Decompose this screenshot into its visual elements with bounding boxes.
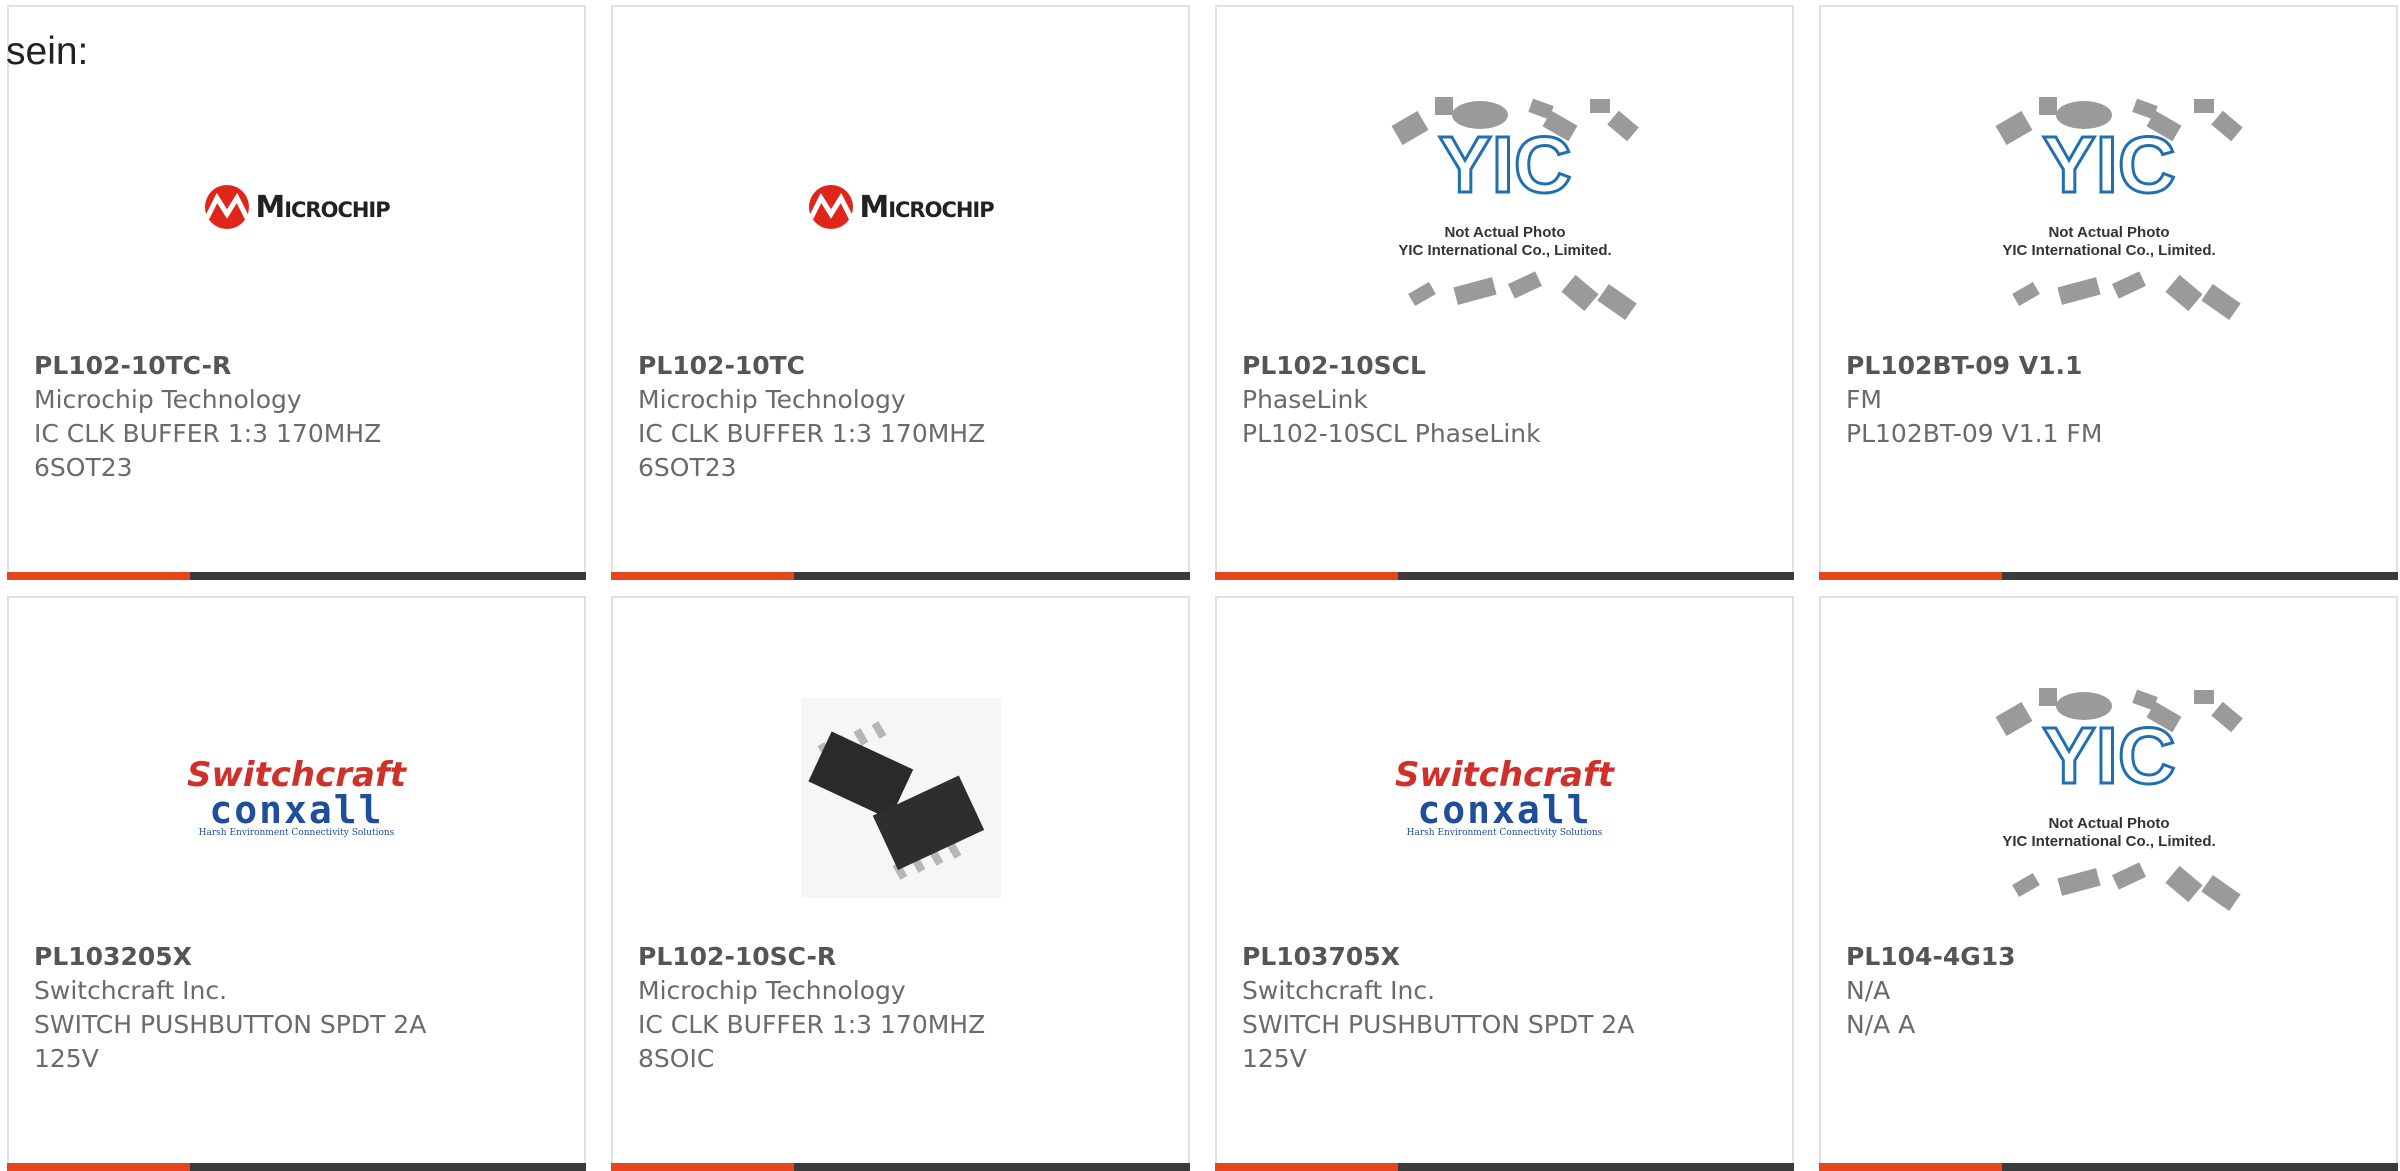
conxall-wordmark: conxall bbox=[1417, 788, 1592, 832]
part-number[interactable]: PL102-10SC-R bbox=[638, 940, 1168, 974]
description: SWITCH PUSHBUTTON SPDT 2A 125V bbox=[34, 1010, 427, 1073]
switchcraft-tagline: Harsh Environment Connectivity Solutions bbox=[1406, 828, 1603, 838]
product-image[interactable]: Microchip bbox=[9, 67, 584, 347]
product-card[interactable]: YIC Not Actual Photo YIC International C… bbox=[1215, 5, 1794, 580]
yic-line2: YIC International Co., Limited. bbox=[1398, 242, 1611, 259]
microchip-logo: Microchip bbox=[203, 184, 391, 230]
yic-placeholder-image: YIC Not Actual Photo YIC International C… bbox=[1995, 97, 2243, 320]
card-bottom-bar bbox=[1215, 1163, 1794, 1171]
manufacturer: Microchip Technology bbox=[638, 385, 906, 414]
card-accent bbox=[611, 1163, 794, 1171]
microchip-logo: Microchip bbox=[807, 184, 995, 230]
part-number[interactable]: PL103705X bbox=[1242, 940, 1772, 974]
card-bottom-bar bbox=[7, 572, 586, 580]
switchcraft-tagline: Harsh Environment Connectivity Solutions bbox=[198, 828, 395, 838]
manufacturer: Switchcraft Inc. bbox=[34, 976, 228, 1005]
product-card[interactable]: Microchip PL102-10TC Microchip Technolog… bbox=[611, 5, 1190, 580]
card-bottom-bar bbox=[7, 1163, 586, 1171]
yic-line2: YIC International Co., Limited. bbox=[2002, 833, 2215, 850]
conxall-wordmark: conxall bbox=[209, 788, 384, 832]
product-info: PL102-10TC-R Microchip Technology IC CLK… bbox=[34, 349, 564, 485]
description: SWITCH PUSHBUTTON SPDT 2A 125V bbox=[1242, 1010, 1635, 1073]
part-number[interactable]: PL102-10TC-R bbox=[34, 349, 564, 383]
product-info: PL103705X Switchcraft Inc. SWITCH PUSHBU… bbox=[1242, 940, 1772, 1076]
product-card[interactable]: YIC Not Actual Photo YIC International C… bbox=[1819, 5, 2398, 580]
description: PL102BT-09 V1.1 FM bbox=[1846, 419, 2103, 448]
product-card[interactable]: PL102-10SC-R Microchip Technology IC CLK… bbox=[611, 596, 1190, 1171]
manufacturer: FM bbox=[1846, 385, 1882, 414]
card-accent bbox=[611, 572, 794, 580]
product-card[interactable]: Switchcraft conxall Harsh Environment Co… bbox=[7, 596, 586, 1171]
card-bottom-bar bbox=[611, 572, 1190, 580]
microchip-wordmark: Microchip bbox=[255, 189, 390, 225]
product-info: PL104-4G13 N/A N/A A bbox=[1846, 940, 2376, 1042]
card-accent bbox=[7, 1163, 190, 1171]
part-number[interactable]: PL103205X bbox=[34, 940, 564, 974]
product-card[interactable]: Switchcraft conxall Harsh Environment Co… bbox=[1215, 596, 1794, 1171]
microchip-wordmark: Microchip bbox=[859, 189, 994, 225]
product-card[interactable]: YIC Not Actual Photo YIC International C… bbox=[1819, 596, 2398, 1171]
card-accent bbox=[1215, 1163, 1398, 1171]
part-number[interactable]: PL102-10SCL bbox=[1242, 349, 1772, 383]
card-bottom-bar bbox=[1215, 572, 1794, 580]
svg-text:YIC: YIC bbox=[2042, 711, 2175, 800]
card-bottom-bar bbox=[1819, 572, 2398, 580]
product-image[interactable]: YIC Not Actual Photo YIC International C… bbox=[1821, 67, 2396, 347]
product-image[interactable]: Switchcraft conxall Harsh Environment Co… bbox=[9, 658, 584, 938]
yic-line1: Not Actual Photo bbox=[2048, 224, 2169, 241]
manufacturer: PhaseLink bbox=[1242, 385, 1368, 414]
manufacturer: Microchip Technology bbox=[638, 976, 906, 1005]
svg-text:YIC: YIC bbox=[1438, 120, 1571, 209]
description: IC CLK BUFFER 1:3 170MHZ 6SOT23 bbox=[34, 419, 382, 482]
manufacturer: Microchip Technology bbox=[34, 385, 302, 414]
yic-placeholder-image: YIC Not Actual Photo YIC International C… bbox=[1995, 688, 2243, 911]
microchip-icon bbox=[205, 185, 250, 229]
product-info: PL102-10TC Microchip Technology IC CLK B… bbox=[638, 349, 1168, 485]
description: IC CLK BUFFER 1:3 170MHZ 6SOT23 bbox=[638, 419, 986, 482]
card-accent bbox=[1819, 572, 2002, 580]
switchcraft-logo: Switchcraft conxall Harsh Environment Co… bbox=[1395, 758, 1614, 838]
product-card[interactable]: Microchip PL102-10TC-R Microchip Technol… bbox=[7, 5, 586, 580]
product-grid: Microchip PL102-10TC-R Microchip Technol… bbox=[0, 0, 2400, 1171]
product-info: PL102-10SCL PhaseLink PL102-10SCL PhaseL… bbox=[1242, 349, 1772, 451]
product-image[interactable]: Microchip bbox=[613, 67, 1188, 347]
card-bottom-bar bbox=[1819, 1163, 2398, 1171]
card-accent bbox=[7, 572, 190, 580]
manufacturer: N/A bbox=[1846, 976, 1891, 1005]
card-bottom-bar bbox=[611, 1163, 1190, 1171]
product-image[interactable] bbox=[613, 658, 1188, 938]
card-accent bbox=[1215, 572, 1398, 580]
product-image[interactable]: YIC Not Actual Photo YIC International C… bbox=[1821, 658, 2396, 938]
manufacturer: Switchcraft Inc. bbox=[1242, 976, 1436, 1005]
part-number[interactable]: PL102-10TC bbox=[638, 349, 1168, 383]
product-image[interactable]: Switchcraft conxall Harsh Environment Co… bbox=[1217, 658, 1792, 938]
yic-placeholder-image: YIC Not Actual Photo YIC International C… bbox=[1391, 97, 1639, 320]
switchcraft-logo: Switchcraft conxall Harsh Environment Co… bbox=[187, 758, 406, 838]
yic-line2: YIC International Co., Limited. bbox=[2002, 242, 2215, 259]
page-label: sein: bbox=[6, 30, 89, 73]
product-image[interactable]: YIC Not Actual Photo YIC International C… bbox=[1217, 67, 1792, 347]
card-accent bbox=[1819, 1163, 2002, 1171]
yic-line1: Not Actual Photo bbox=[2048, 815, 2169, 832]
part-number[interactable]: PL102BT-09 V1.1 bbox=[1846, 349, 2376, 383]
product-info: PL102-10SC-R Microchip Technology IC CLK… bbox=[638, 940, 1168, 1076]
product-info: PL102BT-09 V1.1 FM PL102BT-09 V1.1 FM bbox=[1846, 349, 2376, 451]
soic-chip-photo bbox=[800, 698, 1001, 898]
switchcraft-wordmark: Switchcraft bbox=[1394, 755, 1615, 795]
microchip-icon bbox=[809, 185, 854, 229]
yic-line1: Not Actual Photo bbox=[1444, 224, 1565, 241]
switchcraft-wordmark: Switchcraft bbox=[186, 755, 407, 795]
svg-text:YIC: YIC bbox=[2042, 120, 2175, 209]
product-info: PL103205X Switchcraft Inc. SWITCH PUSHBU… bbox=[34, 940, 564, 1076]
description: N/A A bbox=[1846, 1010, 1916, 1039]
description: PL102-10SCL PhaseLink bbox=[1242, 419, 1541, 448]
description: IC CLK BUFFER 1:3 170MHZ 8SOIC bbox=[638, 1010, 986, 1073]
part-number[interactable]: PL104-4G13 bbox=[1846, 940, 2376, 974]
